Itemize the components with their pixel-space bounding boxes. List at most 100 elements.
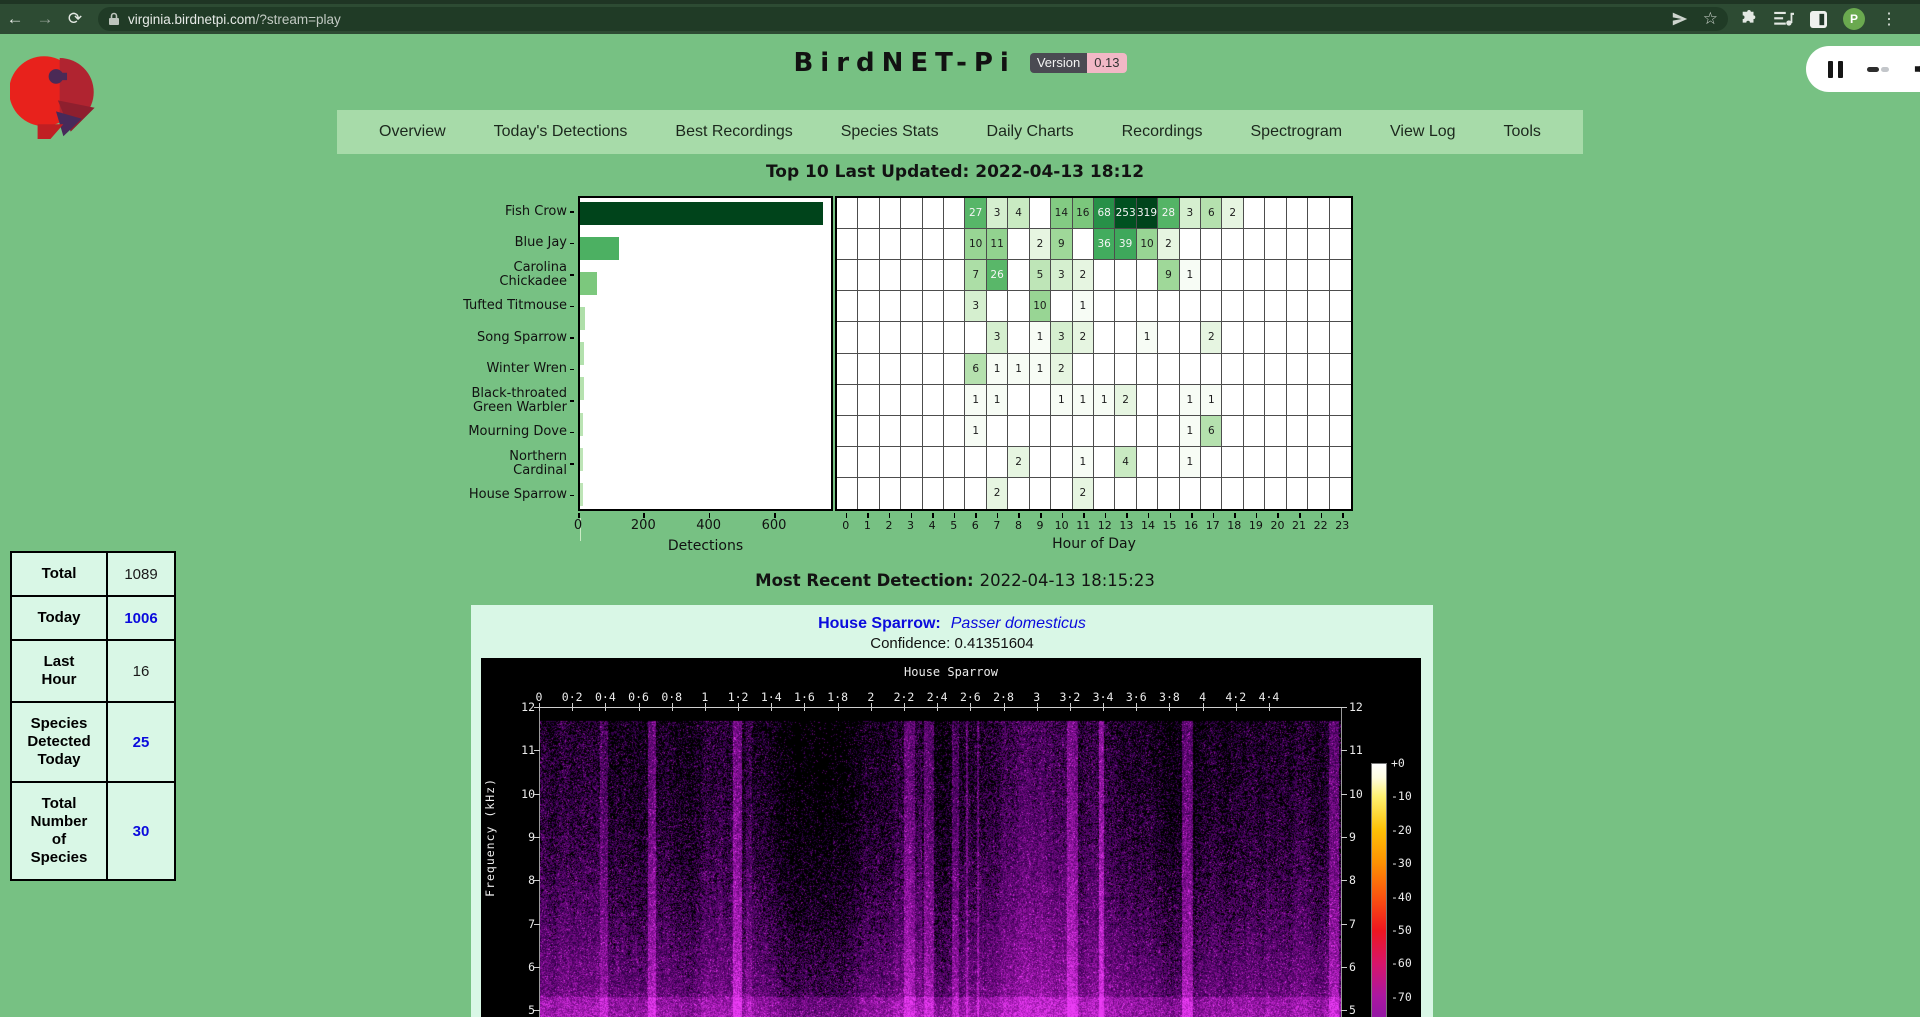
spectrogram-freq-label-left: 10 xyxy=(505,787,535,801)
hour-axis-tick xyxy=(975,513,977,518)
heatmap-cell xyxy=(1201,229,1222,260)
heatmap-cell xyxy=(1265,198,1286,229)
hour-axis-tick xyxy=(1342,513,1344,518)
volume-icon[interactable] xyxy=(1913,59,1920,79)
stats-value[interactable]: 1006 xyxy=(107,596,175,640)
heatmap-cell xyxy=(1244,229,1265,260)
profile-avatar[interactable]: P xyxy=(1843,8,1865,30)
heatmap-cell xyxy=(1158,385,1179,416)
species-latin-name[interactable]: Passer domesticus xyxy=(951,615,1086,632)
stats-value[interactable]: 30 xyxy=(107,782,175,880)
spectrogram-freq-label-right: 12 xyxy=(1349,700,1379,714)
detection-confidence: Confidence: 0.41351604 xyxy=(471,635,1433,652)
stats-row: SpeciesDetectedToday25 xyxy=(11,702,175,782)
detections-bar xyxy=(580,237,619,260)
heatmap-cell xyxy=(901,260,922,291)
nav-item-species-stats[interactable]: Species Stats xyxy=(841,123,939,141)
spectrogram-freq-tick xyxy=(534,837,540,838)
heatmap-cell xyxy=(837,291,858,322)
heatmap-cell xyxy=(1201,291,1222,322)
audio-player[interactable] xyxy=(1806,46,1920,92)
heatmap-cell: 1 xyxy=(965,385,986,416)
heatmap-cell xyxy=(1051,478,1072,509)
spectrogram-time-tick xyxy=(572,703,573,711)
detection-species-link[interactable]: House Sparrow: Passer domesticus xyxy=(471,615,1433,633)
nav-item-tools[interactable]: Tools xyxy=(1504,123,1541,141)
hour-axis-tick-label: 1 xyxy=(855,519,879,532)
heatmap-cell xyxy=(858,229,879,260)
lock-icon xyxy=(108,12,120,26)
spectrogram-time-tick xyxy=(838,703,839,711)
heatmap-cell xyxy=(1115,322,1136,353)
nav-item-view-log[interactable]: View Log xyxy=(1390,123,1456,141)
hour-axis-tick xyxy=(911,513,913,518)
heatmap-cell xyxy=(1030,416,1051,447)
heatmap-cell: 1 xyxy=(1180,447,1201,478)
heatmap-cell: 68 xyxy=(1094,198,1115,229)
bar-axis-tick-label: 0 xyxy=(548,518,608,533)
heatmap-cell xyxy=(1094,478,1115,509)
heatmap-cell: 1 xyxy=(1030,354,1051,385)
colorbar-tick-label: +0 xyxy=(1391,756,1425,770)
spectrogram-freq-tick xyxy=(1341,967,1347,968)
heatmap-cell xyxy=(1222,229,1243,260)
heatmap-cell xyxy=(1330,322,1351,353)
hourly-heatmap: 2734141668253319283621011293639102726532… xyxy=(835,196,1353,511)
spectrogram-freq-tick xyxy=(1341,880,1347,881)
nav-item-overview[interactable]: Overview xyxy=(379,123,446,141)
hour-axis-tick xyxy=(954,513,956,518)
seek-slider[interactable] xyxy=(1867,67,1889,72)
spectrogram-time-tick xyxy=(672,703,673,711)
stats-value[interactable]: 25 xyxy=(107,702,175,782)
hour-axis-tick-label: 17 xyxy=(1201,519,1225,532)
heatmap-cell: 3 xyxy=(987,198,1008,229)
pause-icon[interactable] xyxy=(1828,61,1843,78)
heatmap-cell xyxy=(901,322,922,353)
heatmap-cell xyxy=(987,291,1008,322)
extensions-icon[interactable] xyxy=(1740,10,1758,28)
spectrogram-freq-label-left: 11 xyxy=(505,743,535,757)
back-icon[interactable]: ← xyxy=(0,9,30,29)
heatmap-cell xyxy=(1094,291,1115,322)
send-icon[interactable] xyxy=(1671,11,1689,27)
heatmap-cell: 2 xyxy=(1158,229,1179,260)
side-panel-icon[interactable] xyxy=(1810,11,1827,28)
nav-item-best-recordings[interactable]: Best Recordings xyxy=(675,123,792,141)
species-bar-row xyxy=(580,342,831,373)
media-controls-icon[interactable] xyxy=(1774,11,1794,27)
spectrogram-freq-label-left: 12 xyxy=(505,700,535,714)
species-common-name[interactable]: House Sparrow: xyxy=(818,615,941,632)
detections-bar-plot xyxy=(578,196,833,511)
nav-item-recordings[interactable]: Recordings xyxy=(1122,123,1203,141)
browser-menu-icon[interactable]: ⋮ xyxy=(1881,9,1897,29)
url-bar[interactable]: virginia.birdnetpi.com/?stream=play ☆ xyxy=(98,7,1728,31)
nav-item-today-s-detections[interactable]: Today's Detections xyxy=(494,123,628,141)
detections-bar xyxy=(580,272,597,295)
heatmap-cell: 6 xyxy=(1201,198,1222,229)
nav-item-spectrogram[interactable]: Spectrogram xyxy=(1251,123,1343,141)
heatmap-cell: 1 xyxy=(987,385,1008,416)
spectrogram-freq-tick xyxy=(1341,750,1347,751)
forward-icon[interactable]: → xyxy=(30,9,60,29)
heatmap-cell: 1 xyxy=(1137,322,1158,353)
heatmap-cell xyxy=(1330,447,1351,478)
heatmap-cell xyxy=(923,447,944,478)
heatmap-cell xyxy=(1137,478,1158,509)
heatmap-cell: 1 xyxy=(1073,385,1094,416)
heatmap-cell xyxy=(837,416,858,447)
bookmark-star-icon[interactable]: ☆ xyxy=(1703,9,1718,29)
heatmap-cell: 3 xyxy=(1051,322,1072,353)
heatmap-cell xyxy=(880,198,901,229)
heatmap-cell xyxy=(1180,322,1201,353)
species-label: Fish Crow xyxy=(440,196,574,228)
heatmap-cell xyxy=(1094,322,1115,353)
heatmap-cell xyxy=(987,416,1008,447)
reload-icon[interactable]: ⟳ xyxy=(60,9,90,29)
spectrogram-time-tick xyxy=(937,703,938,711)
heatmap-cell xyxy=(1287,354,1308,385)
nav-item-daily-charts[interactable]: Daily Charts xyxy=(987,123,1074,141)
hour-axis-tick xyxy=(1234,513,1236,518)
heatmap-cell xyxy=(1330,260,1351,291)
species-label: Winter Wren xyxy=(440,354,574,386)
spectrogram-time-tick xyxy=(1269,703,1270,711)
